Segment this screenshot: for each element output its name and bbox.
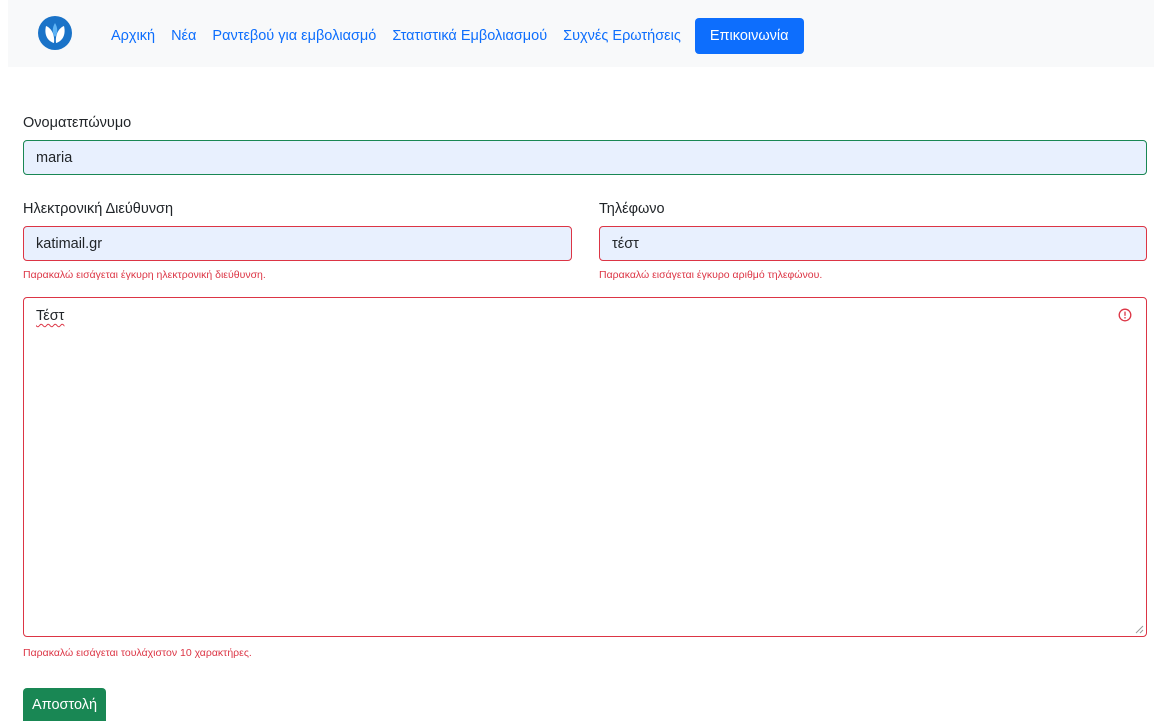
email-error-message: Παρακαλώ εισάγεται έγκυρη ηλεκτρονική δι… — [23, 269, 266, 281]
name-input[interactable] — [23, 140, 1147, 175]
nav-link-faq[interactable]: Συχνές Ερωτήσεις — [555, 18, 689, 54]
nav-link-vaccination-statistics[interactable]: Στατιστικά Εμβολιασμού — [384, 18, 555, 54]
nav-links: Αρχική Νέα Ραντεβού για εμβολιασμό Στατι… — [103, 18, 804, 54]
nav-link-news[interactable]: Νέα — [163, 18, 204, 54]
phone-label: Τηλέφωνο — [599, 201, 665, 217]
error-icon — [1118, 308, 1132, 322]
top-navbar: Αρχική Νέα Ραντεβού για εμβολιασμό Στατι… — [8, 0, 1154, 67]
submit-button[interactable]: Αποστολή — [23, 688, 107, 721]
phone-input[interactable] — [599, 226, 1147, 261]
phone-error-message: Παρακαλώ εισάγεται έγκυρο αριθμό τηλεφών… — [599, 269, 823, 281]
message-error-message: Παρακαλώ εισάγεται τουλάχιστον 10 χαρακτ… — [23, 647, 252, 659]
resize-handle-icon[interactable] — [1135, 625, 1144, 634]
message-textarea-wrapper — [23, 297, 1147, 637]
leaf-logo-icon[interactable] — [38, 16, 72, 50]
nav-link-contact[interactable]: Επικοινωνία — [694, 18, 804, 54]
email-label: Ηλεκτρονική Διεύθυνση — [23, 201, 174, 217]
nav-link-vaccination-appointment[interactable]: Ραντεβού για εμβολιασμό — [204, 18, 384, 54]
nav-link-home[interactable]: Αρχική — [103, 18, 163, 54]
email-input[interactable] — [23, 226, 572, 261]
name-label: Ονοματεπώνυμο — [23, 115, 132, 131]
message-textarea[interactable] — [24, 298, 1146, 636]
